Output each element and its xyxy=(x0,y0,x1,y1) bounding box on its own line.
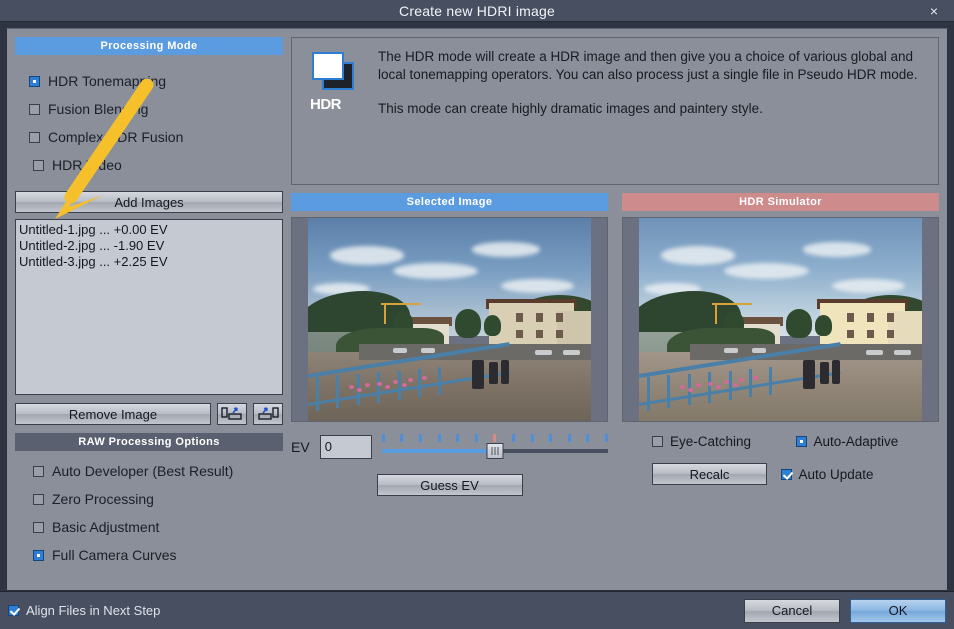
hdr-icon-front-square xyxy=(312,52,344,80)
radio-hdr-video[interactable]: HDR Video xyxy=(15,151,283,179)
footer-bar: Align Files in Next Step Cancel OK xyxy=(0,591,954,629)
selected-image-preview[interactable] xyxy=(291,217,608,422)
ok-button[interactable]: OK xyxy=(850,598,946,623)
simulator-controls: Eye-Catching Auto-Adaptive Recalc Auto U… xyxy=(622,434,939,485)
ev-slider-fill xyxy=(381,449,495,453)
radio-zero-processing[interactable]: Zero Processing xyxy=(15,485,283,513)
description-paragraph-1: The HDR mode will create a HDR image and… xyxy=(378,49,918,82)
hdr-icon: HDR xyxy=(306,48,364,174)
right-panel: HDR The HDR mode will create a HDR image… xyxy=(291,37,939,582)
remove-image-button[interactable]: Remove Image xyxy=(15,403,211,425)
hdr-simulator-preview[interactable] xyxy=(622,217,939,422)
move-up-icon[interactable] xyxy=(217,403,247,425)
option-label: HDR Video xyxy=(52,157,122,173)
selected-image-thumbnail xyxy=(307,218,592,421)
selected-image-header: Selected Image xyxy=(291,193,608,211)
radio-fusion-blending[interactable]: Fusion Blending xyxy=(15,95,283,123)
recalc-button[interactable]: Recalc xyxy=(652,463,767,485)
radio-icon xyxy=(33,493,44,505)
simulator-action-row: Recalc Auto Update xyxy=(622,463,939,485)
radio-auto-adaptive[interactable]: Auto-Adaptive xyxy=(795,434,940,449)
hdr-simulator-thumbnail xyxy=(638,218,923,421)
move-down-glyph xyxy=(258,407,279,420)
image-action-row: Remove Image xyxy=(15,403,283,425)
radio-hdr-tonemapping[interactable]: HDR Tonemapping xyxy=(15,67,283,95)
dialog-window: Create new HDRI image × Processing Mode … xyxy=(0,0,954,629)
processing-mode-header: Processing Mode xyxy=(15,37,283,55)
radio-icon-selected xyxy=(33,549,44,561)
title-bar: Create new HDRI image × xyxy=(0,0,954,22)
processing-mode-options: HDR Tonemapping Fusion Blending Complex … xyxy=(15,67,283,179)
radio-auto-developer[interactable]: Auto Developer (Best Result) xyxy=(15,457,283,485)
dialog-content: Processing Mode HDR Tonemapping Fusion B… xyxy=(6,28,948,591)
ev-slider-ticks xyxy=(381,434,608,443)
radio-icon xyxy=(29,131,40,143)
option-label: Fusion Blending xyxy=(48,101,149,117)
checkbox-label: Align Files in Next Step xyxy=(26,603,161,618)
radio-icon-selected xyxy=(795,436,807,447)
radio-icon-selected xyxy=(29,75,40,87)
description-paragraph-2: This mode can create highly dramatic ima… xyxy=(378,101,763,116)
checkbox-auto-update[interactable]: Auto Update xyxy=(780,466,940,482)
radio-label: Auto-Adaptive xyxy=(813,434,899,449)
ev-input[interactable]: 0 xyxy=(319,435,372,459)
ev-label: EV xyxy=(291,439,310,455)
checkbox-eye-catching[interactable]: Eye-Catching xyxy=(622,434,796,449)
description-body: The HDR mode will create a HDR image and… xyxy=(378,48,924,174)
list-item[interactable]: Untitled-3.jpg ... +2.25 EV xyxy=(19,254,279,270)
guess-ev-button[interactable]: Guess EV xyxy=(376,474,523,496)
ev-slider-handle[interactable] xyxy=(486,443,504,459)
radio-full-camera-curves[interactable]: Full Camera Curves xyxy=(15,541,283,569)
option-label: Complex HDR Fusion xyxy=(48,129,184,145)
move-up-glyph xyxy=(221,407,242,420)
cancel-button[interactable]: Cancel xyxy=(744,598,840,623)
left-panel: Processing Mode HDR Tonemapping Fusion B… xyxy=(15,37,283,582)
option-label: Auto Developer (Best Result) xyxy=(52,463,234,479)
raw-options-header: RAW Processing Options xyxy=(15,433,283,451)
raw-options-list: Auto Developer (Best Result) Zero Proces… xyxy=(15,457,283,569)
move-down-icon[interactable] xyxy=(253,403,283,425)
checkbox-icon-checked xyxy=(8,605,19,616)
radio-complex-hdr-fusion[interactable]: Complex HDR Fusion xyxy=(15,123,283,151)
radio-icon xyxy=(29,103,40,115)
hdr-simulator-header: HDR Simulator xyxy=(622,193,939,211)
radio-icon xyxy=(33,159,44,171)
add-images-button[interactable]: Add Images xyxy=(15,191,283,213)
mode-description-panel: HDR The HDR mode will create a HDR image… xyxy=(291,37,939,185)
radio-basic-adjustment[interactable]: Basic Adjustment xyxy=(15,513,283,541)
checkbox-icon xyxy=(652,436,663,447)
list-item[interactable]: Untitled-1.jpg ... +0.00 EV xyxy=(19,222,279,238)
hdr-icon-label: HDR xyxy=(310,96,342,113)
option-label: Full Camera Curves xyxy=(52,547,177,563)
checkbox-align-files[interactable]: Align Files in Next Step xyxy=(8,603,160,618)
ev-slider[interactable] xyxy=(381,434,608,460)
option-label: Basic Adjustment xyxy=(52,519,160,535)
selected-image-column: Selected Image EV 0 Guess EV xyxy=(291,193,608,582)
checkbox-icon-checked xyxy=(780,468,792,480)
preview-area: Selected Image EV 0 Guess EV HDR Simulat… xyxy=(291,193,939,582)
dialog-frame: Processing Mode HDR Tonemapping Fusion B… xyxy=(0,22,954,591)
option-label: HDR Tonemapping xyxy=(48,73,167,89)
simulator-toggle-row: Eye-Catching Auto-Adaptive xyxy=(622,434,939,449)
ev-control-row: EV 0 xyxy=(291,434,608,460)
window-title: Create new HDRI image xyxy=(399,2,555,19)
radio-icon xyxy=(33,521,44,533)
close-icon[interactable]: × xyxy=(920,0,948,22)
list-item[interactable]: Untitled-2.jpg ... -1.90 EV xyxy=(19,238,279,254)
option-label: Zero Processing xyxy=(52,491,154,507)
hdr-simulator-column: HDR Simulator Eye-Catching Auto-Adaptive… xyxy=(622,193,939,582)
image-file-list[interactable]: Untitled-1.jpg ... +0.00 EV Untitled-2.j… xyxy=(15,219,283,395)
radio-icon xyxy=(33,465,44,477)
checkbox-label: Eye-Catching xyxy=(670,434,752,449)
checkbox-label: Auto Update xyxy=(798,466,874,482)
